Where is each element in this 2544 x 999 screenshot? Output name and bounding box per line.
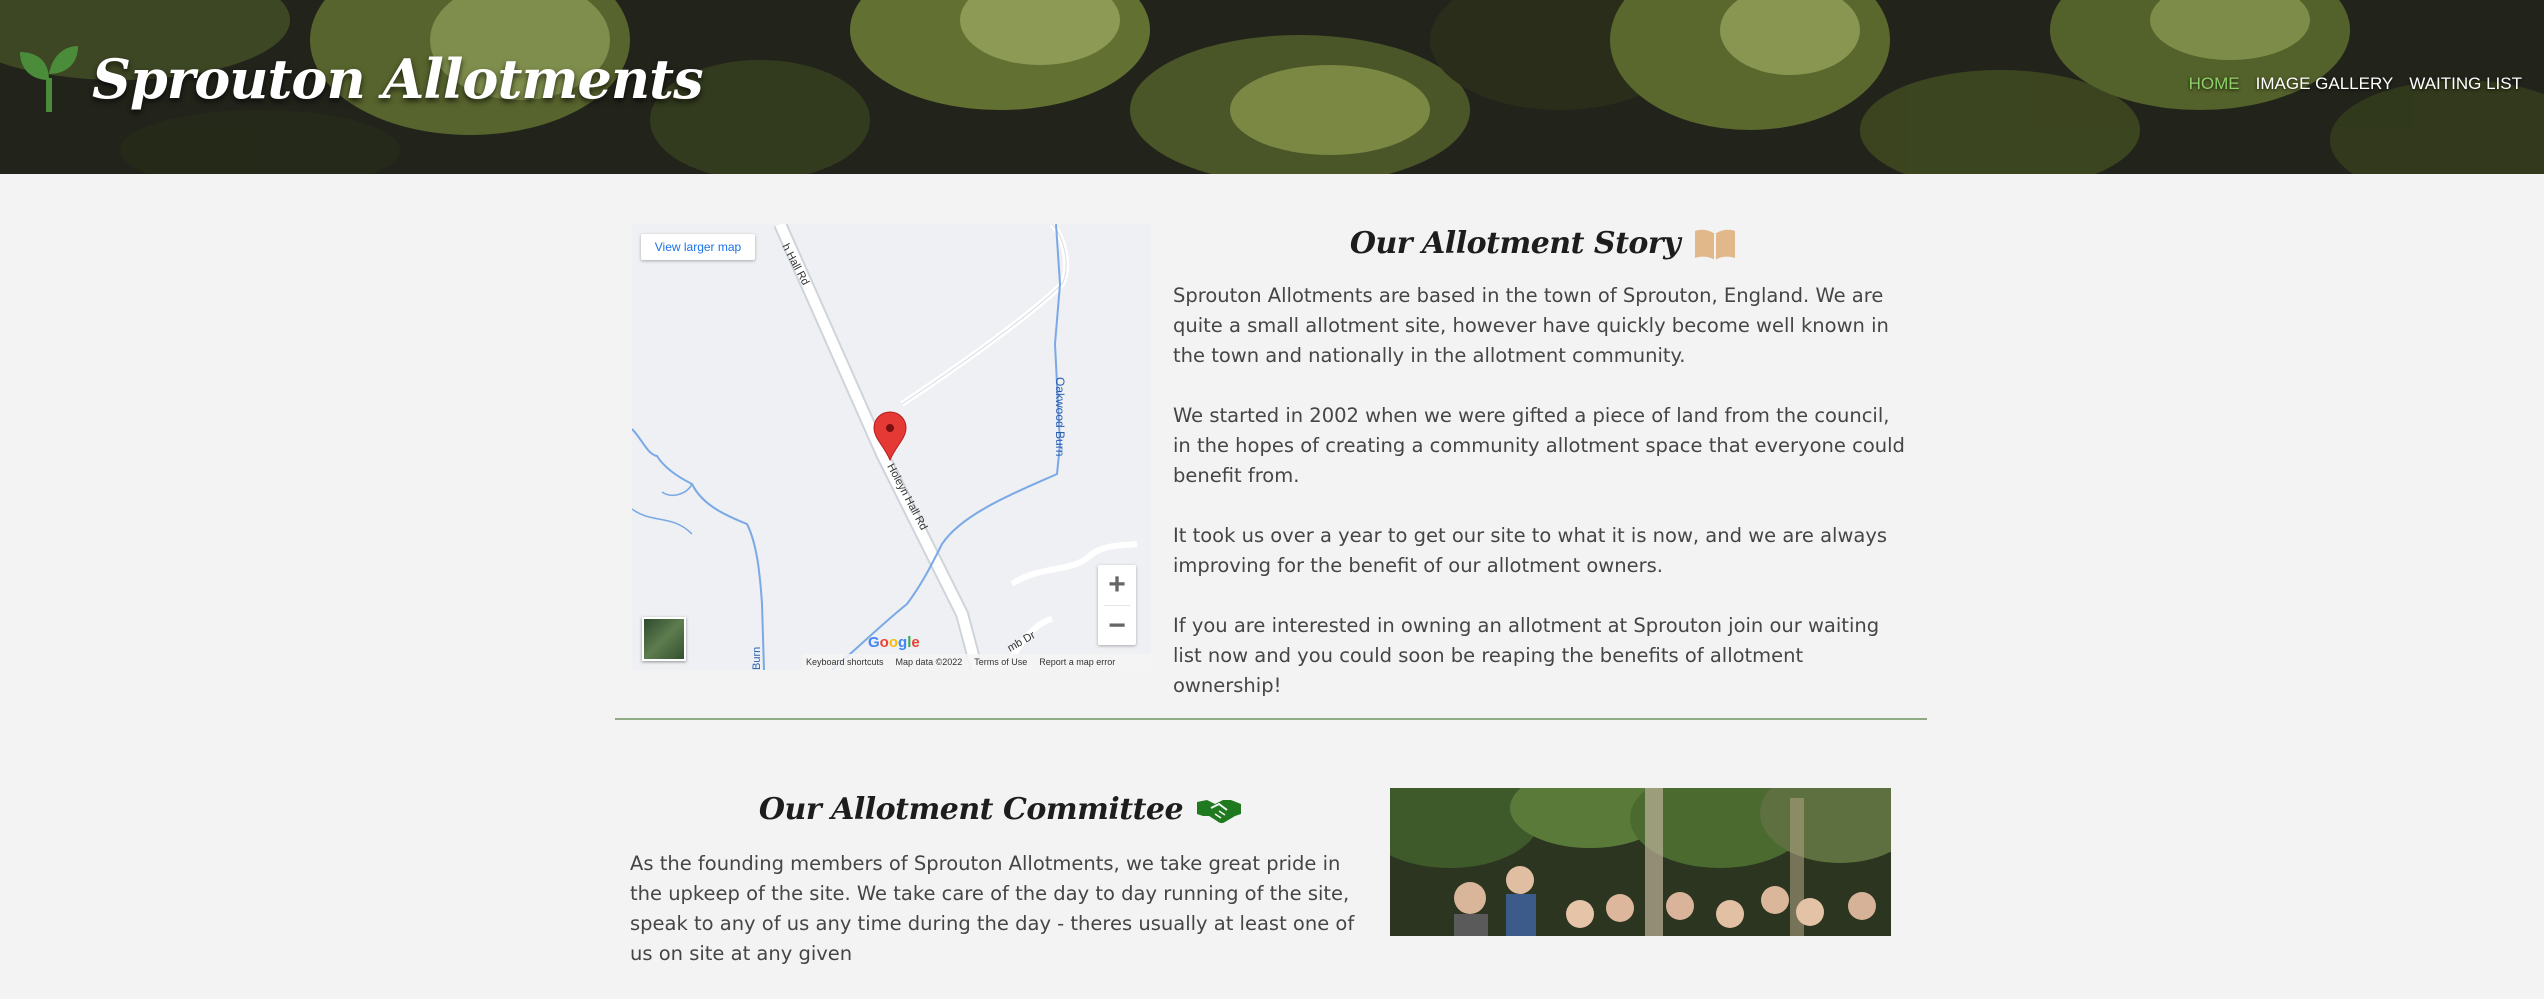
nav-home[interactable]: HOME — [2189, 74, 2240, 94]
story-paragraph: We started in 2002 when we were gifted a… — [1173, 404, 1905, 487]
google-logo: Google — [868, 634, 920, 651]
committee-heading: Our Allotment Committee — [630, 792, 1370, 827]
story-section: Our Allotment Story Sprouton Allotments … — [1173, 226, 1913, 731]
committee-photo — [1390, 788, 1891, 936]
map-label-burn-bottom: Burn — [751, 647, 763, 670]
site-logo[interactable]: Sprouton Allotments — [18, 44, 703, 114]
committee-paragraph: As the founding members of Sprouton Allo… — [630, 852, 1355, 965]
section-divider — [615, 718, 1927, 720]
view-larger-map-button[interactable]: View larger map — [641, 234, 755, 260]
map-zoom-control: + − — [1098, 565, 1136, 645]
zoom-in-button[interactable]: + — [1098, 565, 1136, 605]
map-canvas[interactable]: h Hall Rd Holeyn Hall Rd Oakwood Burn Bu… — [632, 224, 1151, 670]
sprout-icon — [20, 46, 78, 112]
story-paragraph: It took us over a year to get our site t… — [1173, 524, 1888, 577]
nav-waiting-list[interactable]: WAITING LIST — [2409, 74, 2522, 94]
story-paragraph: Sprouton Allotments are based in the tow… — [1173, 284, 1889, 367]
story-body: Sprouton Allotments are based in the tow… — [1173, 281, 1913, 701]
terms-of-use-link[interactable]: Terms of Use — [974, 657, 1027, 667]
committee-photo-image — [1390, 788, 1891, 936]
committee-section: Our Allotment Committee As the founding … — [630, 792, 1370, 999]
story-title: Our Allotment Story — [1349, 226, 1681, 261]
committee-body: As the founding members of Sprouton Allo… — [630, 849, 1370, 969]
site-header: Sprouton Allotments HOME IMAGE GALLERY W… — [0, 0, 2544, 174]
embedded-map[interactable]: h Hall Rd Holeyn Hall Rd Oakwood Burn Bu… — [632, 224, 1151, 670]
committee-title: Our Allotment Committee — [758, 792, 1184, 827]
story-paragraph: If you are interested in owning an allot… — [1173, 614, 1880, 697]
story-heading: Our Allotment Story — [1173, 226, 1913, 261]
map-label-burn: Oakwood Burn — [1053, 377, 1067, 456]
report-map-error-link[interactable]: Report a map error — [1039, 657, 1115, 667]
handshake-icon — [1197, 799, 1242, 823]
zoom-out-button[interactable]: − — [1098, 606, 1136, 646]
open-book-icon — [1695, 229, 1736, 260]
map-footer: Keyboard shortcuts Map data ©2022 Terms … — [802, 654, 1151, 670]
main-nav: HOME IMAGE GALLERY WAITING LIST — [2189, 74, 2522, 94]
map-data-text: Map data ©2022 — [895, 657, 963, 667]
nav-image-gallery[interactable]: IMAGE GALLERY — [2256, 74, 2394, 94]
site-title: Sprouton Allotments — [92, 47, 703, 111]
satellite-toggle[interactable] — [642, 617, 686, 661]
keyboard-shortcuts-link[interactable]: Keyboard shortcuts — [806, 657, 884, 667]
